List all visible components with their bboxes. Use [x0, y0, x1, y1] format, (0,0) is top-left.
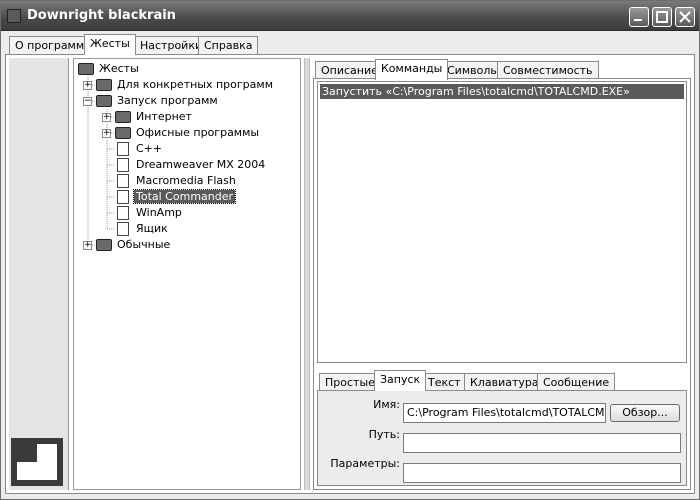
tab-settings[interactable]: Настройки [134, 36, 209, 54]
side-strip [9, 58, 69, 490]
folder-icon [115, 127, 131, 139]
window-title: Downright blackrain [27, 8, 176, 23]
folder-icon [96, 239, 112, 251]
minimize-button[interactable] [629, 7, 649, 27]
path-field[interactable] [403, 433, 681, 453]
expand-icon[interactable]: + [102, 113, 111, 122]
app-icon [7, 9, 21, 23]
tab-message[interactable]: Сообщение [537, 373, 616, 391]
tree-item-label: Офисные программы [136, 126, 260, 139]
params-field[interactable] [403, 463, 681, 483]
tree-root-label: Жесты [99, 62, 139, 75]
document-icon [117, 174, 129, 188]
tree-item-specific[interactable]: Для конкретных программ [96, 77, 275, 93]
browse-button[interactable]: Обзор... [610, 404, 680, 422]
params-label: Параметры: [330, 457, 400, 470]
tree-item-label: Total Commander [132, 189, 237, 204]
tree-item-label: Запуск программ [117, 94, 218, 107]
document-icon [117, 190, 129, 204]
logo-icon [11, 438, 63, 486]
tree-item-office[interactable]: Офисные программы [115, 125, 261, 141]
tree-item-cpp[interactable]: C++ [117, 141, 164, 157]
tree-item-internet[interactable]: Интернет [115, 109, 194, 125]
tree-root[interactable]: Жесты [78, 61, 141, 77]
tab-text[interactable]: Текст [422, 373, 467, 391]
name-field[interactable]: C:\Program Files\totalcmd\TOTALCMD.E [403, 403, 606, 423]
tab-help[interactable]: Справка [198, 36, 259, 54]
maximize-icon [656, 11, 668, 23]
tree-item-label: C++ [136, 142, 163, 155]
folder-icon [96, 95, 112, 107]
tree-item-label: Dreamweaver MX 2004 [136, 158, 266, 171]
tree-item-dreamweaver[interactable]: Dreamweaver MX 2004 [117, 157, 267, 173]
expand-icon[interactable]: + [83, 81, 92, 90]
path-label: Путь: [368, 428, 400, 441]
folder-icon [96, 79, 112, 91]
document-icon [117, 158, 129, 172]
tree-item-label: Обычные [117, 238, 171, 251]
tree-item-box[interactable]: Ящик [117, 221, 170, 237]
folder-icon [115, 111, 131, 123]
collapse-icon[interactable]: − [83, 97, 92, 106]
tree-item-label: Для конкретных программ [117, 78, 273, 91]
expand-icon[interactable]: + [102, 129, 111, 138]
app-window: Downright blackrain О программе Жесты На… [0, 0, 700, 500]
folder-icon [78, 63, 94, 75]
tab-symbols[interactable]: Символы [441, 61, 506, 79]
tree-item-total-commander[interactable]: Total Commander [117, 189, 237, 205]
command-list[interactable]: Запустить «C:\Program Files\totalcmd\TOT… [317, 81, 687, 363]
document-icon [117, 142, 129, 156]
tree-item-common[interactable]: Обычные [96, 237, 172, 253]
panel-splitter[interactable] [304, 58, 310, 490]
tab-simple[interactable]: Простые [319, 373, 381, 391]
tab-compatibility[interactable]: Совместимость [497, 61, 599, 79]
maximize-button[interactable] [652, 7, 672, 27]
title-bar[interactable]: Downright blackrain [1, 1, 699, 31]
name-label: Имя: [373, 398, 400, 411]
tree-item-launch[interactable]: Запуск программ [96, 93, 220, 109]
tab-launch[interactable]: Запуск [374, 370, 427, 391]
document-icon [117, 222, 129, 236]
expand-icon[interactable]: + [83, 241, 92, 250]
tab-keyboard[interactable]: Клавиатура [464, 373, 545, 391]
tab-commands[interactable]: Комманды [375, 59, 449, 80]
tree-item-label: Интернет [136, 110, 192, 123]
close-icon [679, 11, 691, 23]
tree-item-label: Ящик [136, 222, 168, 235]
tree-item-flash[interactable]: Macromedia Flash [117, 173, 238, 189]
gesture-tree[interactable]: Жесты + Для конкретных программ − Запуск… [73, 58, 301, 490]
document-icon [117, 206, 129, 220]
tree-item-label: WinAmp [136, 206, 182, 219]
command-row[interactable]: Запустить «C:\Program Files\totalcmd\TOT… [320, 84, 684, 99]
tree-item-label: Macromedia Flash [136, 174, 236, 187]
close-button[interactable] [675, 7, 695, 27]
tree-item-winamp[interactable]: WinAmp [117, 205, 184, 221]
minimize-icon [634, 19, 642, 21]
tab-gestures[interactable]: Жесты [84, 34, 136, 55]
tab-description[interactable]: Описание [315, 61, 384, 79]
